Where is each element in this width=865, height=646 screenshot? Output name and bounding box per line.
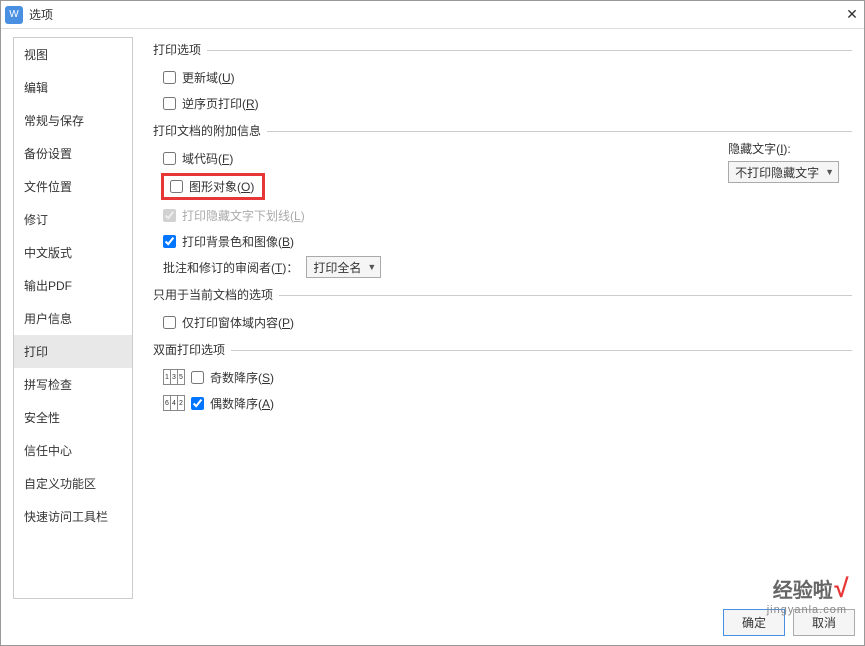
label-reviewer: 批注和修订的审阅者(T)：: [163, 259, 298, 276]
main-panel: 打印选项 更新域(U) 逆序页打印(R) 打印文档的附加信息 域代码(F) 图形…: [133, 37, 852, 599]
sidebar-item-general-save[interactable]: 常规与保存: [14, 104, 132, 137]
label-form-fields-only: 仅打印窗体域内容(P): [182, 314, 294, 331]
label-even-desc: 偶数降序(A): [210, 395, 274, 412]
sidebar: 视图 编辑 常规与保存 备份设置 文件位置 修订 中文版式 输出PDF 用户信息…: [13, 37, 133, 599]
label-field-codes: 域代码(F): [182, 150, 233, 167]
checkbox-update-fields[interactable]: [163, 71, 176, 84]
hidden-text-section: 隐藏文字(I): 不打印隐藏文字 ▼: [728, 140, 839, 183]
sidebar-item-revision[interactable]: 修订: [14, 203, 132, 236]
checkbox-background-images[interactable]: [163, 235, 176, 248]
sidebar-item-user-info[interactable]: 用户信息: [14, 302, 132, 335]
group-print-options: 打印选项 更新域(U) 逆序页打印(R): [153, 41, 852, 114]
sidebar-item-output-pdf[interactable]: 输出PDF: [14, 269, 132, 302]
group-duplex: 双面打印选项 135 奇数降序(S) 642 偶数降序(A): [153, 341, 852, 414]
window-title: 选项: [29, 6, 844, 23]
label-odd-desc: 奇数降序(S): [210, 369, 274, 386]
dropdown-reviewer-value: 打印全名: [313, 259, 361, 276]
chevron-down-icon: ▼: [825, 167, 834, 177]
sidebar-item-view[interactable]: 视图: [14, 38, 132, 71]
sidebar-item-file-location[interactable]: 文件位置: [14, 170, 132, 203]
content: 视图 编辑 常规与保存 备份设置 文件位置 修订 中文版式 输出PDF 用户信息…: [1, 29, 864, 599]
sidebar-item-spellcheck[interactable]: 拼写检查: [14, 368, 132, 401]
group-current-doc: 只用于当前文档的选项 仅打印窗体域内容(P): [153, 286, 852, 333]
checkbox-even-desc[interactable]: [191, 397, 204, 410]
dropdown-reviewer[interactable]: 打印全名 ▼: [306, 256, 381, 278]
dropdown-hidden-text-value: 不打印隐藏文字: [735, 164, 819, 181]
ok-button[interactable]: 确定: [723, 609, 785, 636]
sidebar-item-security[interactable]: 安全性: [14, 401, 132, 434]
label-background-images: 打印背景色和图像(B): [182, 233, 294, 250]
checkbox-form-fields-only[interactable]: [163, 316, 176, 329]
label-hidden-underline: 打印隐藏文字下划线(L): [182, 207, 305, 224]
checkbox-field-codes[interactable]: [163, 152, 176, 165]
group-title-duplex: 双面打印选项: [153, 341, 231, 358]
sidebar-item-edit[interactable]: 编辑: [14, 71, 132, 104]
label-reverse-print: 逆序页打印(R): [182, 95, 259, 112]
sidebar-item-quick-access[interactable]: 快速访问工具栏: [14, 500, 132, 533]
chevron-down-icon: ▼: [367, 262, 376, 272]
odd-order-icon: 135: [163, 369, 185, 385]
sidebar-item-trust-center[interactable]: 信任中心: [14, 434, 132, 467]
sidebar-item-cn-layout[interactable]: 中文版式: [14, 236, 132, 269]
cancel-button[interactable]: 取消: [793, 609, 855, 636]
sidebar-item-backup[interactable]: 备份设置: [14, 137, 132, 170]
group-title-print-options: 打印选项: [153, 41, 207, 58]
label-update-fields: 更新域(U): [182, 69, 235, 86]
app-icon: W: [5, 6, 23, 24]
label-graphic-objects: 图形对象(O): [189, 178, 254, 195]
checkbox-reverse-print[interactable]: [163, 97, 176, 110]
sidebar-item-print[interactable]: 打印: [14, 335, 132, 368]
titlebar: W 选项 ✕: [1, 1, 864, 29]
sidebar-item-custom-ribbon[interactable]: 自定义功能区: [14, 467, 132, 500]
close-icon[interactable]: ✕: [844, 6, 860, 23]
checkbox-graphic-objects[interactable]: [170, 180, 183, 193]
dropdown-hidden-text[interactable]: 不打印隐藏文字 ▼: [728, 161, 839, 183]
checkbox-hidden-underline: [163, 209, 176, 222]
checkbox-odd-desc[interactable]: [191, 371, 204, 384]
label-hidden-text: 隐藏文字(I):: [728, 140, 839, 157]
footer: 确定 取消: [723, 609, 855, 636]
highlight-graphic-objects: 图形对象(O): [161, 173, 265, 200]
even-order-icon: 642: [163, 395, 185, 411]
group-title-current-doc: 只用于当前文档的选项: [153, 286, 279, 303]
group-title-doc-info: 打印文档的附加信息: [153, 122, 267, 139]
